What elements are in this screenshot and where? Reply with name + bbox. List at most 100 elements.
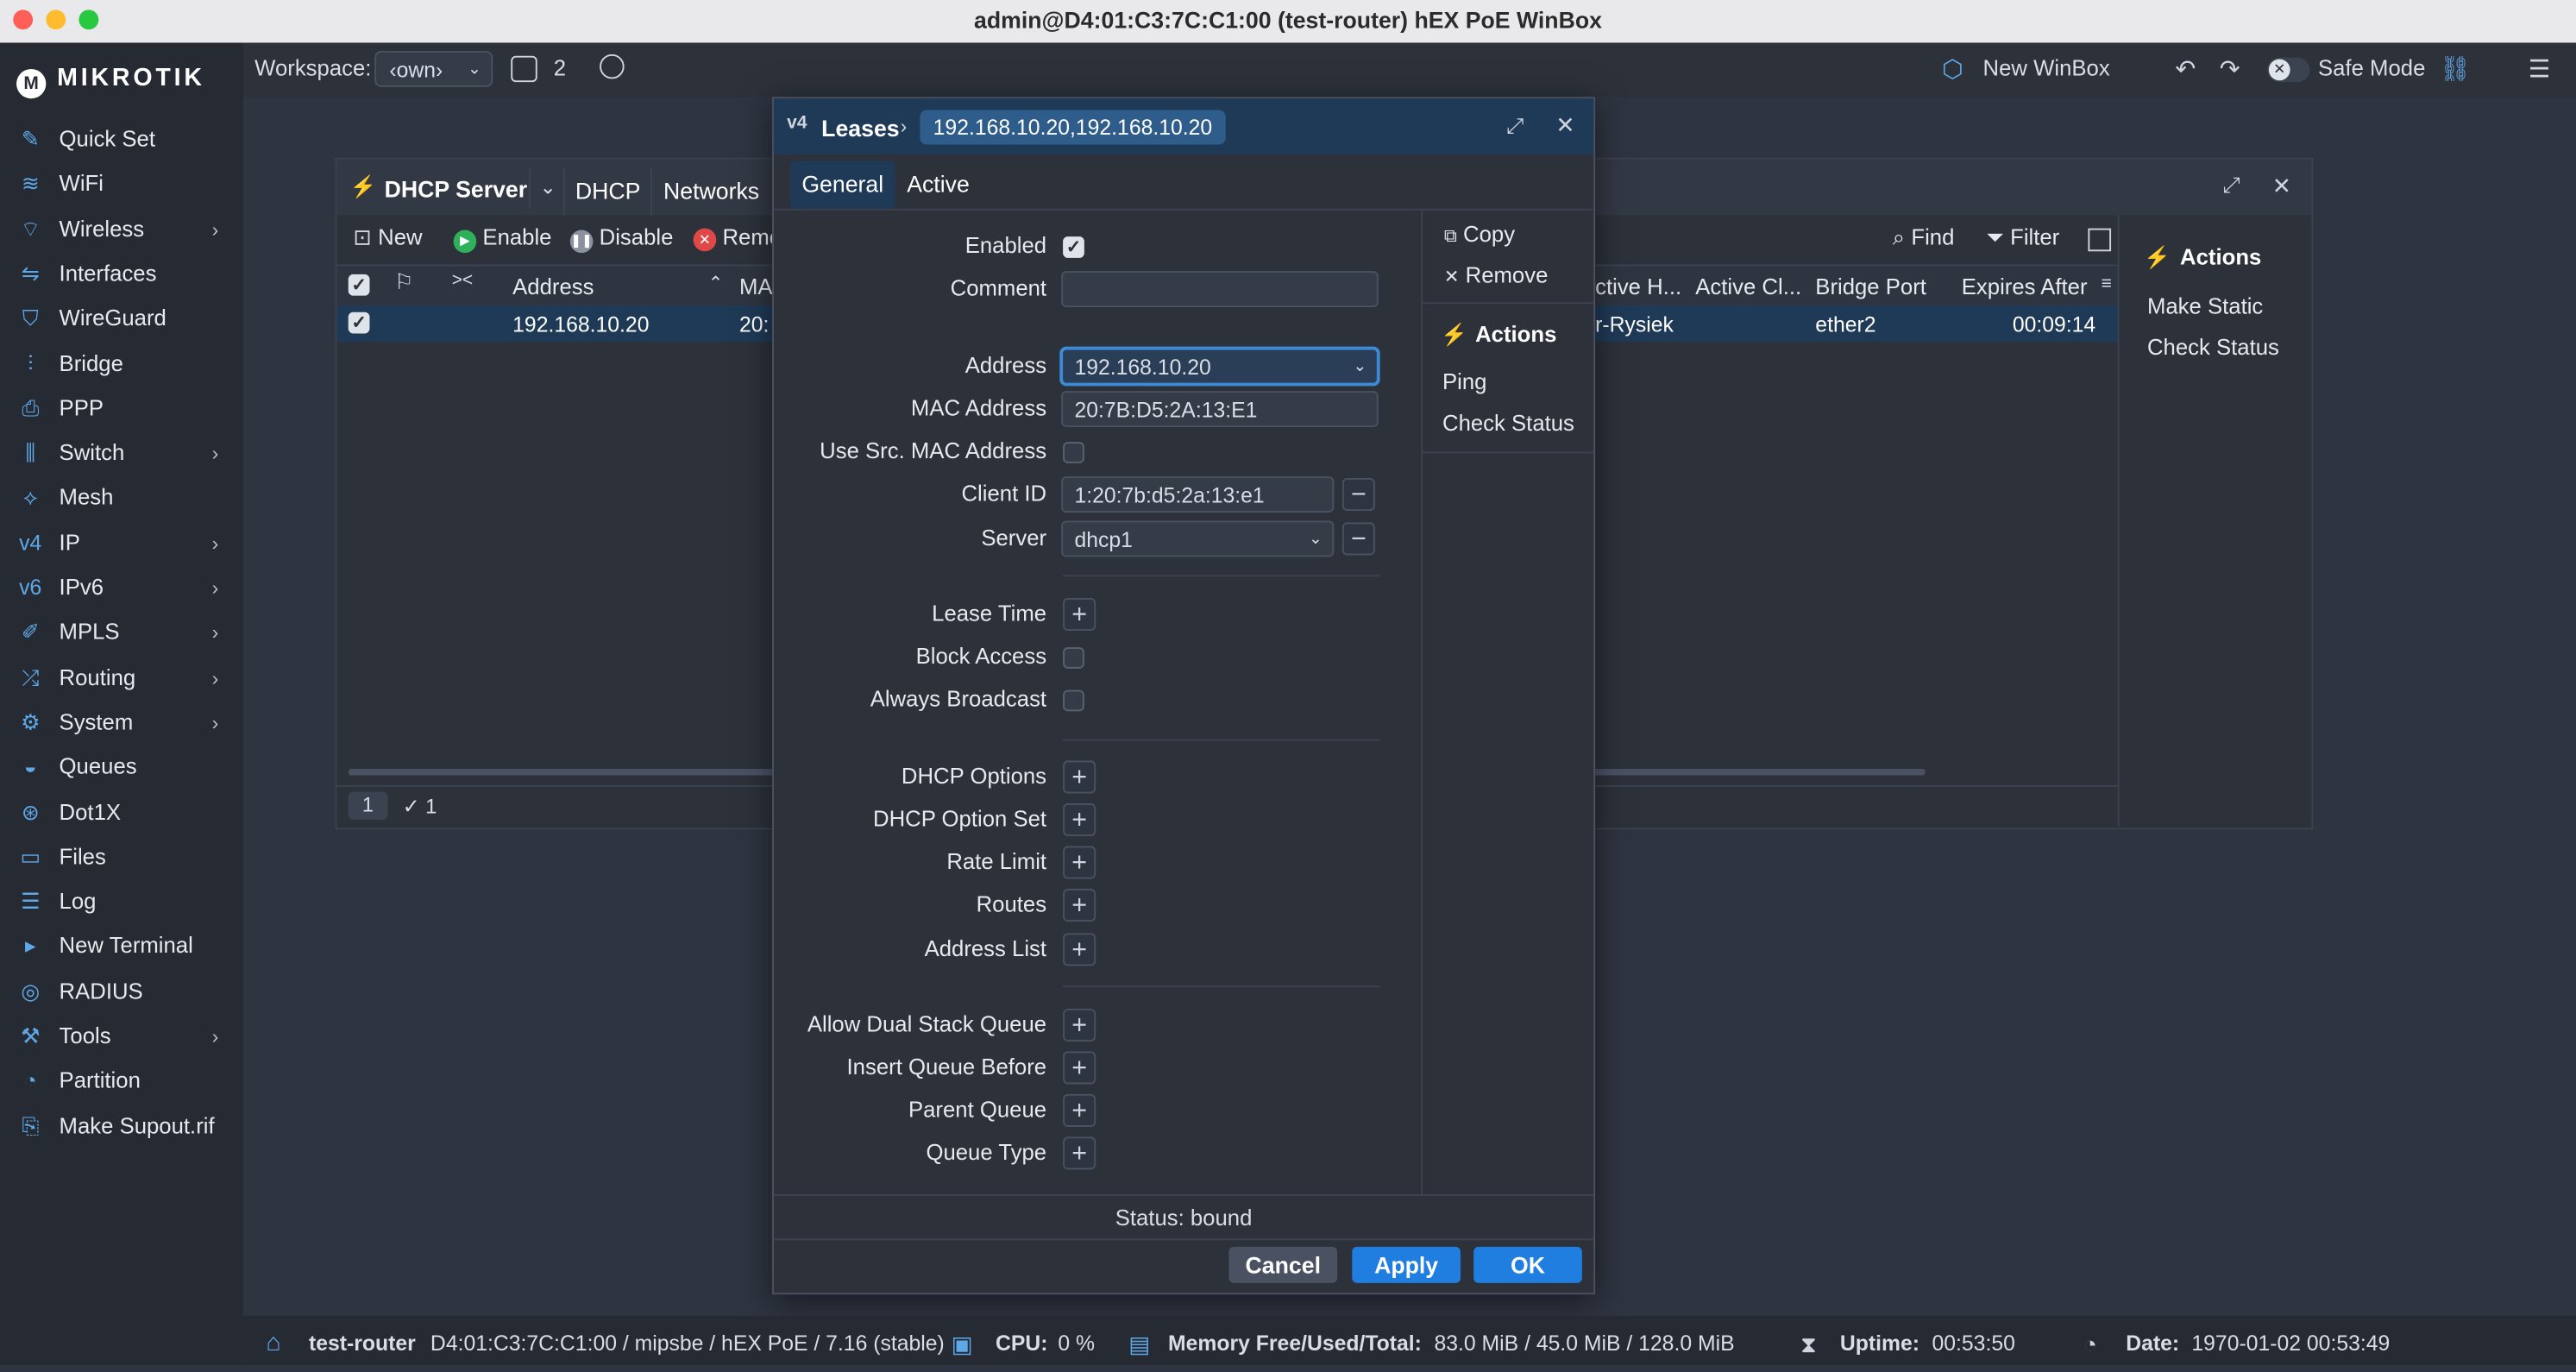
cancel-button[interactable]: Cancel (1228, 1246, 1338, 1283)
make-static-button[interactable]: Make Static (2147, 294, 2263, 319)
sidebar-item-tools[interactable]: ⚒ Tools › (0, 1016, 243, 1058)
sidebar-item-switch[interactable]: ⫼ Switch › (0, 432, 243, 475)
block-access-checkbox[interactable] (1063, 647, 1084, 669)
client-id-remove-button[interactable]: − (1341, 477, 1375, 512)
routes-add-button[interactable]: + (1063, 888, 1096, 922)
sidebar-item-label: IPv6 (59, 575, 104, 600)
close-icon[interactable]: ✕ (1555, 111, 1574, 139)
menu-icon[interactable]: ☰ (2529, 54, 2551, 84)
sidebar-item-routing[interactable]: ⤮ Routing › (0, 657, 243, 699)
filter-button[interactable]: ⏷ Filter (1986, 225, 2059, 251)
close-window-button[interactable] (13, 9, 34, 30)
comment-label: Comment (950, 275, 1047, 301)
use-src-mac-checkbox[interactable] (1063, 442, 1084, 463)
sidebar-item-files[interactable]: ▭ Files (0, 836, 243, 878)
lease-time-add-button[interactable]: + (1063, 597, 1096, 632)
sidebar-item-make-supout-rif[interactable]: ⎘ Make Supout.rif (0, 1105, 243, 1147)
sidebar-item-mpls[interactable]: ✐ MPLS › (0, 612, 243, 654)
find-button[interactable]: ⌕ Find (1893, 225, 1955, 251)
sidebar-item-new-terminal[interactable]: ▸ New Terminal (0, 926, 243, 968)
dhcp-option-set-add-button[interactable]: + (1063, 802, 1096, 836)
sidebar-item-label: PPP (59, 395, 104, 420)
apply-button[interactable]: Apply (1352, 1246, 1461, 1283)
panel-toggle-icon[interactable] (2088, 228, 2112, 252)
zoom-window-button[interactable] (79, 9, 99, 30)
rate-limit-label: Rate Limit (946, 849, 1047, 874)
tab-active[interactable]: Active (895, 161, 981, 209)
sidebar-item-queues[interactable]: ◒ Queues (0, 746, 243, 789)
allow-dual-stack-add-button[interactable]: + (1063, 1008, 1096, 1042)
parent-queue-add-button[interactable]: + (1063, 1093, 1096, 1127)
col-active-host[interactable]: ctive H... (1595, 274, 1681, 299)
remove-button[interactable]: ✕ Remove (1444, 263, 1548, 288)
address-select[interactable]: 192.168.10.20 ⌄ (1061, 348, 1379, 385)
sidebar-item-system[interactable]: ⚙ System › (0, 702, 243, 744)
undo-icon[interactable]: ↶ (2175, 54, 2196, 84)
sidebar-item-ppp[interactable]: ⎙ PPP (0, 387, 243, 430)
sidebar-item-log[interactable]: ☰ Log (0, 881, 243, 923)
mac-address-field[interactable]: 20:7B:D5:2A:13:E1 (1061, 391, 1379, 427)
row-checkbox[interactable]: ✓ (348, 312, 370, 334)
workspace-select[interactable]: ‹own› ⌄ (374, 51, 493, 87)
redo-icon[interactable]: ↷ (2220, 54, 2240, 84)
sidebar-item-dot1x[interactable]: ⊛ Dot1X (0, 791, 243, 834)
col-expires[interactable]: Expires After (1962, 274, 2088, 299)
sidebar-item-wireguard[interactable]: ⛉ WireGuard (0, 298, 243, 340)
new-winbox-button[interactable]: New WinBox (1983, 56, 2110, 81)
sidebar-item-wifi[interactable]: ≋ WiFi (0, 163, 243, 205)
unlink-icon[interactable]: ⛓ (2440, 54, 2471, 84)
breadcrumb-chip: 192.168.10.20,192.168.10.20 (920, 110, 1226, 145)
sidebar-item-radius[interactable]: ◎ RADIUS (0, 971, 243, 1013)
server-remove-button[interactable]: − (1341, 522, 1375, 556)
sidebar-item-bridge[interactable]: ⫶ Bridge (0, 343, 243, 385)
tab-general[interactable]: General (789, 160, 895, 209)
copy-button[interactable]: ⧉ Copy (1444, 222, 1515, 248)
client-id-field[interactable]: 1:20:7b:d5:2a:13:e1 (1061, 476, 1335, 513)
new-button[interactable]: ⊡ New (353, 225, 422, 251)
search-icon[interactable] (600, 53, 625, 79)
minimize-window-button[interactable] (46, 9, 66, 30)
server-select[interactable]: dhcp1 ⌄ (1061, 520, 1335, 557)
expand-icon[interactable]: ⤢ (2223, 173, 2240, 198)
enabled-checkbox[interactable]: ✓ (1063, 236, 1084, 258)
row-bridge-port: ether2 (1815, 312, 1876, 337)
tab-networks[interactable]: Networks (650, 167, 770, 216)
select-all-checkbox[interactable]: ✓ (348, 274, 370, 296)
ping-button[interactable]: Ping (1442, 369, 1486, 394)
buttons-divider (773, 1238, 1594, 1241)
tab-dhcp[interactable]: DHCP (563, 167, 650, 216)
enable-button[interactable]: ▶ Enable (453, 225, 552, 254)
check-status-button[interactable]: Check Status (2147, 335, 2279, 360)
windows-icon[interactable] (511, 55, 537, 83)
dhcp-options-add-button[interactable]: + (1063, 760, 1096, 794)
col-bridge-port[interactable]: Bridge Port (1815, 274, 1926, 299)
check-status-button[interactable]: Check Status (1442, 411, 1574, 436)
folder-icon: ▭ (20, 844, 41, 869)
sidebar-item-ip[interactable]: v4 IP › (0, 522, 243, 564)
sidebar-item-label: Bridge (59, 350, 123, 376)
rate-limit-add-button[interactable]: + (1063, 846, 1096, 879)
sidebar-item-mesh[interactable]: ⟡ Mesh (0, 477, 243, 519)
expand-icon[interactable]: ⤢ (1506, 113, 1524, 139)
sidebar-item-quick-set[interactable]: ✎ Quick Set (0, 118, 243, 160)
always-broadcast-checkbox[interactable] (1063, 689, 1084, 712)
sidebar-item-ipv6[interactable]: v6 IPv6 › (0, 567, 243, 609)
sidebar-item-interfaces[interactable]: ⇋ Interfaces (0, 253, 243, 295)
disable-button[interactable]: ❚❚ Disable (569, 225, 673, 254)
columns-menu-icon[interactable]: ≡ (2102, 274, 2112, 294)
chevron-down-icon: ⌄ (1353, 358, 1367, 376)
ok-button[interactable]: OK (1473, 1246, 1582, 1283)
safe-mode-toggle[interactable]: ✕ (2266, 57, 2310, 83)
address-list-add-button[interactable]: + (1063, 933, 1096, 966)
close-icon[interactable]: ✕ (2272, 173, 2291, 200)
queue-type-add-button[interactable]: + (1063, 1136, 1096, 1170)
col-active-client[interactable]: Active Cl... (1695, 274, 1801, 299)
menu-dropdown-button[interactable]: ⌄ (529, 167, 565, 209)
collapse-icon[interactable]: >< (452, 271, 473, 291)
insert-queue-before-add-button[interactable]: + (1063, 1051, 1096, 1085)
safe-mode-label: Safe Mode (2318, 55, 2426, 81)
comment-field[interactable] (1061, 271, 1379, 307)
sidebar-item-wireless[interactable]: ⌔ Wireless › (0, 208, 243, 250)
col-address[interactable]: Address (512, 274, 594, 299)
sidebar-item-partition[interactable]: ◔ Partition (0, 1060, 243, 1102)
